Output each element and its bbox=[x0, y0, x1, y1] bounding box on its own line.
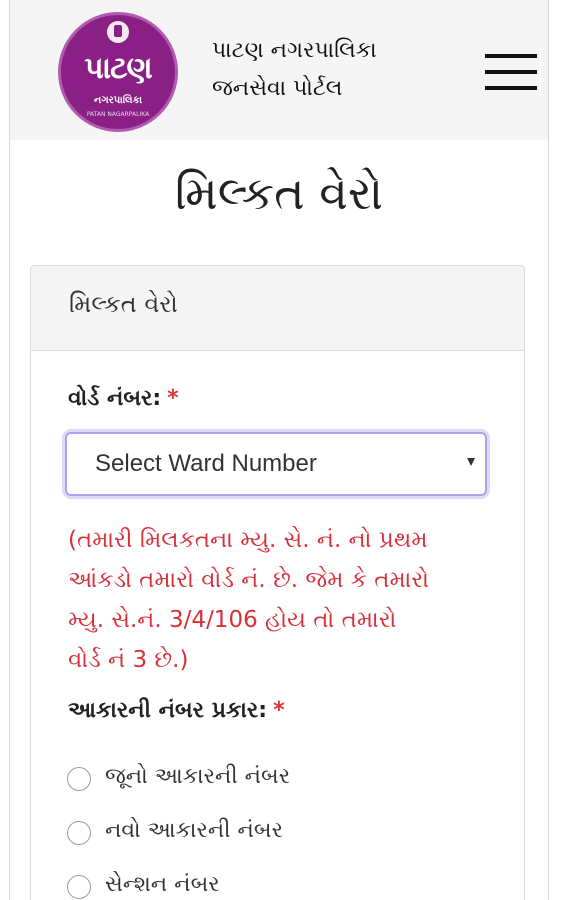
radio-label: સેન્શન નંબર bbox=[105, 872, 220, 897]
ward-hint-line: આંકડો તમારો વોર્ડ નં. છે. જેમ કે તમારો bbox=[68, 567, 430, 593]
logo-sub-text: નગરપાલિકા bbox=[93, 95, 143, 106]
required-marker: * bbox=[167, 386, 179, 411]
site-title-line1: પાટણ નગરપાલિકા bbox=[212, 38, 377, 63]
page: પાટણ નગરપાલિકા PATAN NAGARPALIKA પાટણ નગ… bbox=[0, 0, 573, 900]
state-emblem-icon bbox=[107, 21, 129, 43]
card-header-title: મિલ્કત વેરો bbox=[69, 290, 178, 318]
logo-main-text: પાટણ bbox=[84, 51, 152, 86]
ward-hint-line: મ્યુ. સે.નં. 3/4/106 હોય તો તમારો bbox=[68, 607, 397, 633]
menu-bar-bottom bbox=[485, 86, 537, 90]
logo-small-text: PATAN NAGARPALIKA bbox=[86, 111, 150, 118]
site-title: પાટણ નગરપાલિકા જનસેવા પોર્ટલ bbox=[212, 32, 377, 108]
menu-bar-top bbox=[485, 54, 537, 58]
ward-hint-line: વોર્ડ નં 3 છે.) bbox=[68, 647, 189, 673]
property-tax-card: મિલ્કત વેરો વોર્ડ નંબર: * Select Ward Num… bbox=[30, 265, 525, 900]
radio-button[interactable] bbox=[67, 875, 91, 899]
radio-button[interactable] bbox=[67, 821, 91, 845]
patan-nagarpalika-logo[interactable]: પાટણ નગરપાલિકા PATAN NAGARPALIKA bbox=[58, 12, 178, 132]
radio-label: નવો આકારની નંબર bbox=[105, 818, 283, 843]
ward-hint-text: (તમારી મિલકતના મ્યુ. સે. નં. નો પ્રથમ આં… bbox=[68, 520, 494, 680]
ward-number-select[interactable]: Select Ward Number bbox=[65, 432, 487, 496]
frame-right-border bbox=[548, 0, 549, 900]
card-header: મિલ્કત વેરો bbox=[31, 266, 524, 351]
assessment-type-label-text: આકારની નંબર પ્રકાર: bbox=[68, 698, 268, 723]
ward-select-value: Select Ward Number bbox=[95, 450, 317, 477]
ward-number-label: વોર્ડ નંબર: * bbox=[68, 386, 179, 411]
hamburger-menu-icon[interactable] bbox=[485, 52, 539, 92]
site-title-line2: જનસેવા પોર્ટલ bbox=[212, 76, 343, 101]
site-header: પાટણ નગરપાલિકા PATAN NAGARPALIKA પાટણ નગ… bbox=[10, 0, 548, 140]
page-title: મિલ્કત વેરો bbox=[174, 166, 384, 220]
radio-button[interactable] bbox=[67, 767, 91, 791]
radio-label: જૂનો આકારની નંબર bbox=[105, 764, 291, 789]
caret-down-icon bbox=[467, 458, 475, 466]
required-marker: * bbox=[273, 698, 285, 723]
assessment-number-type-label: આકારની નંબર પ્રકાર: * bbox=[68, 698, 285, 723]
menu-bar-middle bbox=[485, 70, 537, 74]
ward-number-label-text: વોર્ડ નંબર: bbox=[68, 386, 162, 411]
ward-hint-line: (તમારી મિલકતના મ્યુ. સે. નં. નો પ્રથમ bbox=[68, 527, 428, 553]
